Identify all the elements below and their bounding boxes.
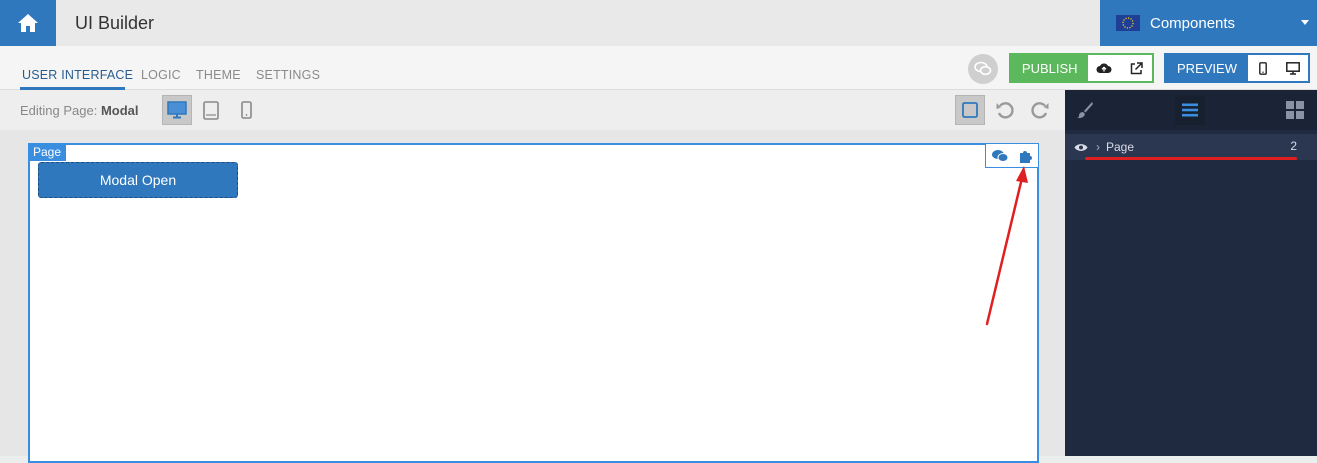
editing-toolbar: Editing Page: Modal: [0, 90, 1065, 130]
chat-icon: [974, 61, 992, 76]
eye-icon[interactable]: [1074, 143, 1090, 152]
caret-down-icon: [1301, 20, 1309, 25]
chat-button[interactable]: [968, 54, 998, 84]
redo-button[interactable]: [1025, 95, 1055, 125]
editing-page-name: Modal: [100, 103, 139, 118]
monitor-icon: [167, 101, 187, 119]
puzzle-icon[interactable]: [1018, 148, 1034, 164]
device-tablet-button[interactable]: [196, 95, 226, 125]
components-tab-button[interactable]: [1280, 95, 1310, 125]
mobile-icon: [240, 101, 252, 119]
list-icon: [1182, 103, 1198, 117]
eu-flag-icon: [1116, 15, 1140, 31]
app-title: UI Builder: [75, 13, 155, 33]
tree-item-count: 2: [1290, 139, 1297, 153]
preview-mobile-button[interactable]: [1248, 55, 1278, 81]
undo-icon: [996, 102, 1014, 119]
publish-group: PUBLISH: [1009, 53, 1154, 83]
toggle-outline-button[interactable]: [955, 95, 985, 125]
comments-icon[interactable]: [991, 149, 1009, 163]
open-external-button[interactable]: [1120, 55, 1152, 81]
top-bar: UI Builder Components: [0, 0, 1317, 46]
sidebar-toolbar: [1065, 90, 1317, 130]
publish-button[interactable]: PUBLISH: [1011, 55, 1089, 81]
editing-page-label: Editing Page: Modal: [20, 103, 139, 118]
grid-icon: [1286, 101, 1304, 119]
brush-icon: [1077, 102, 1093, 119]
layers-tab-button[interactable]: [1175, 95, 1205, 125]
modal-open-button[interactable]: Modal Open: [38, 162, 238, 198]
external-link-icon: [1130, 61, 1143, 74]
home-icon: [18, 14, 38, 32]
tab-settings[interactable]: SETTINGS: [256, 68, 320, 82]
components-dropdown[interactable]: Components: [1100, 0, 1317, 46]
annotation-underline: [1085, 157, 1297, 160]
device-mobile-button[interactable]: [231, 95, 261, 125]
publish-upload-button[interactable]: [1088, 55, 1120, 81]
preview-desktop-button[interactable]: [1278, 55, 1308, 81]
editing-prefix: Editing Page:: [20, 103, 98, 118]
tab-theme[interactable]: THEME: [196, 68, 241, 82]
home-button[interactable]: [0, 0, 56, 46]
square-icon: [962, 102, 978, 118]
redo-icon: [1031, 102, 1049, 119]
preview-button[interactable]: PREVIEW: [1166, 55, 1248, 81]
right-sidebar: › Page 2: [1065, 90, 1317, 456]
preview-group: PREVIEW: [1164, 53, 1310, 83]
style-tab-button[interactable]: [1070, 95, 1100, 125]
monitor-icon: [1286, 61, 1300, 75]
components-label: Components: [1150, 14, 1236, 32]
device-desktop-button[interactable]: [162, 95, 192, 125]
page-tools: [985, 143, 1039, 168]
tab-logic[interactable]: LOGIC: [141, 68, 181, 82]
chevron-right-icon[interactable]: ›: [1096, 140, 1100, 154]
undo-button[interactable]: [990, 95, 1020, 125]
mobile-icon: [1259, 61, 1267, 75]
tab-user-interface[interactable]: USER INTERFACE: [22, 68, 133, 82]
tree-item-label: Page: [1106, 140, 1135, 154]
page-tag[interactable]: Page: [28, 143, 67, 161]
cloud-upload-icon: [1096, 63, 1112, 73]
tablet-icon: [203, 100, 219, 120]
